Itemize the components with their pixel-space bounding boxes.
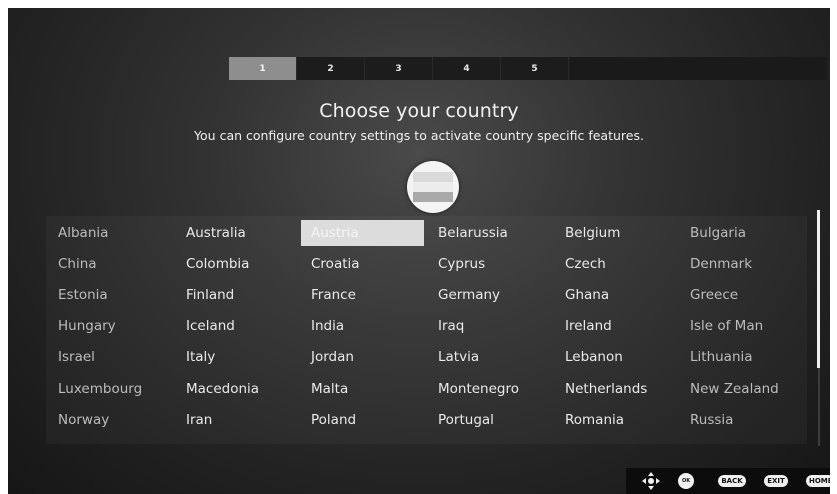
country-item[interactable]: Israel xyxy=(48,344,170,370)
country-item[interactable]: France xyxy=(301,282,424,308)
remote-hint-bar: OK BACK EXIT HOME xyxy=(626,468,830,494)
country-item[interactable]: Jordan xyxy=(301,344,424,370)
back-button[interactable]: BACK xyxy=(718,475,746,487)
country-item[interactable]: Luxembourg xyxy=(48,376,170,402)
country-item[interactable]: Belgium xyxy=(555,220,677,246)
home-button[interactable]: HOME xyxy=(806,475,830,487)
country-item[interactable]: Cyprus xyxy=(428,251,550,277)
country-item[interactable]: Bulgaria xyxy=(680,220,802,246)
country-item[interactable]: Belarussia xyxy=(428,220,550,246)
tv-screen: 1 2 3 4 5 Choose your country You can co… xyxy=(8,8,830,494)
country-item[interactable]: Isle of Man xyxy=(680,313,802,339)
country-item[interactable]: Iceland xyxy=(176,313,298,339)
country-item[interactable]: Denmark xyxy=(680,251,802,277)
country-item[interactable]: Germany xyxy=(428,282,550,308)
step-2: 2 xyxy=(297,57,365,80)
country-item[interactable]: Malta xyxy=(301,376,424,402)
country-item[interactable]: Colombia xyxy=(176,251,298,277)
country-item[interactable]: Greece xyxy=(680,282,802,308)
page-title: Choose your country xyxy=(319,100,519,122)
country-item[interactable]: India xyxy=(301,313,424,339)
country-item[interactable]: Iraq xyxy=(428,313,550,339)
flag-icon xyxy=(407,161,459,213)
country-item[interactable]: Hungary xyxy=(48,313,170,339)
country-item[interactable]: Russia xyxy=(680,407,802,433)
step-4: 4 xyxy=(433,57,501,80)
dpad-arrows-icon xyxy=(642,472,660,490)
scrollbar-thumb[interactable] xyxy=(817,210,820,368)
country-item[interactable]: Netherlands xyxy=(555,376,677,402)
country-item[interactable]: Croatia xyxy=(301,251,424,277)
ok-button[interactable]: OK xyxy=(678,473,694,489)
step-1: 1 xyxy=(229,57,297,80)
country-item[interactable]: Iran xyxy=(176,407,298,433)
step-5: 5 xyxy=(501,57,569,80)
country-item[interactable]: New Zealand xyxy=(680,376,802,402)
country-item[interactable]: Czech xyxy=(555,251,677,277)
country-item[interactable]: Romania xyxy=(555,407,677,433)
country-item[interactable]: Poland xyxy=(301,407,424,433)
country-item[interactable]: Latvia xyxy=(428,344,550,370)
country-item[interactable]: Italy xyxy=(176,344,298,370)
country-item[interactable]: China xyxy=(48,251,170,277)
step-3: 3 xyxy=(365,57,433,80)
country-item[interactable]: Macedonia xyxy=(176,376,298,402)
country-item[interactable]: Estonia xyxy=(48,282,170,308)
country-item[interactable]: Albania xyxy=(48,220,170,246)
stepper-track xyxy=(570,57,827,80)
country-item[interactable]: Portugal xyxy=(428,407,550,433)
country-item[interactable]: Austria xyxy=(301,220,424,246)
country-item[interactable]: Finland xyxy=(176,282,298,308)
country-item[interactable]: Montenegro xyxy=(428,376,550,402)
setup-stepper: 1 2 3 4 5 xyxy=(229,57,827,80)
country-item[interactable]: Norway xyxy=(48,407,170,433)
page-subtitle: You can configure country settings to ac… xyxy=(194,128,644,143)
country-item[interactable]: Ghana xyxy=(555,282,677,308)
country-item[interactable]: Ireland xyxy=(555,313,677,339)
country-item[interactable]: Lithuania xyxy=(680,344,802,370)
country-item[interactable]: Australia xyxy=(176,220,298,246)
country-item[interactable]: Lebanon xyxy=(555,344,677,370)
exit-button[interactable]: EXIT xyxy=(764,475,788,487)
